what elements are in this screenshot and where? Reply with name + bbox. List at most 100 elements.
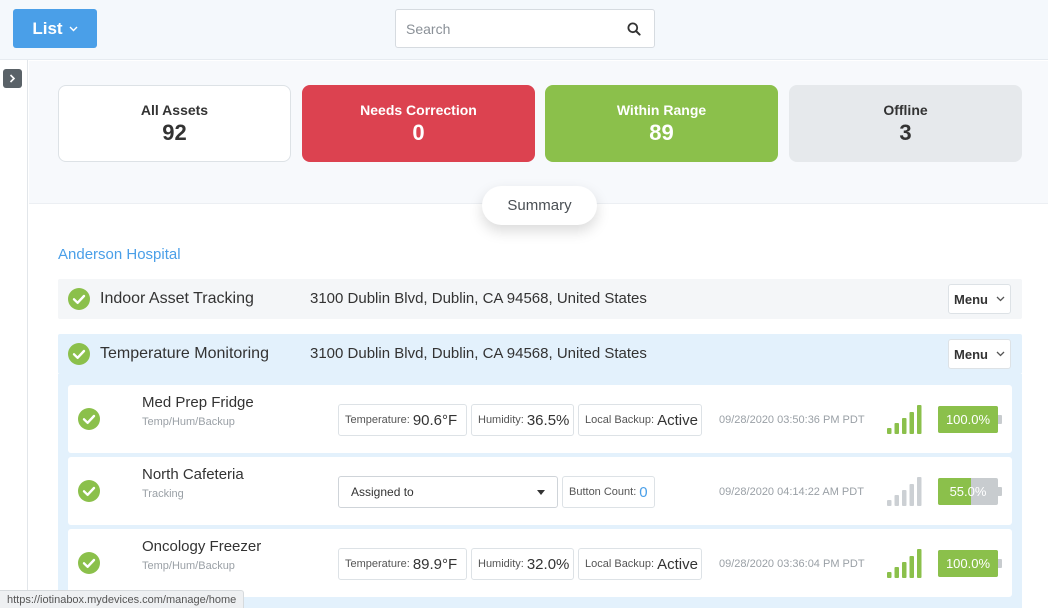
- signal-bar: [887, 428, 892, 434]
- reading-label: Humidity:: [478, 414, 524, 426]
- menu-label: Menu: [954, 346, 988, 362]
- signal-bar: [887, 572, 892, 578]
- needs-correction-card[interactable]: Needs Correction 0: [302, 85, 535, 162]
- last-update-timestamp: 09/28/2020 03:50:36 PM PDT: [719, 414, 865, 426]
- humidity-reading: Humidity: 32.0%: [471, 548, 574, 580]
- chevron-down-icon: [996, 349, 1005, 359]
- list-view-label: List: [32, 18, 63, 38]
- signal-bar: [902, 490, 907, 506]
- button-count-reading: Button Count: 0: [562, 476, 655, 508]
- check-circle-icon: [68, 288, 90, 315]
- card-label: Needs Correction: [360, 101, 477, 118]
- battery-indicator: 55.0%: [938, 478, 998, 505]
- chevron-down-icon: [996, 294, 1005, 304]
- reading-label: Temperature:: [345, 414, 410, 426]
- check-circle-icon: [78, 408, 100, 435]
- reading-value: 90.6°F: [412, 411, 458, 429]
- device-type: Tracking: [142, 488, 184, 500]
- card-label: Within Range: [616, 101, 707, 118]
- signal-bar: [917, 405, 922, 434]
- menu-label: Menu: [954, 291, 988, 307]
- location-address: 3100 Dublin Blvd, Dublin, CA 94568, Unit…: [310, 290, 647, 307]
- signal-bar: [902, 418, 907, 434]
- select-value: Assigned to: [351, 485, 414, 499]
- within-range-card[interactable]: Within Range 89: [545, 85, 778, 162]
- battery-indicator: 100.0%: [938, 406, 998, 433]
- battery-text: 100.0%: [945, 412, 991, 427]
- local-backup-reading: Local Backup: Active: [578, 404, 702, 436]
- device-type: Temp/Hum/Backup: [142, 416, 235, 428]
- reading-value: Active: [657, 555, 698, 573]
- signal-bar: [917, 549, 922, 578]
- temperature-reading: Temperature: 89.9°F: [338, 548, 467, 580]
- card-value: 3: [899, 119, 912, 145]
- check-circle-icon: [68, 343, 90, 370]
- browser-status-url: https://iotinabox.mydevices.com/manage/h…: [0, 590, 245, 608]
- card-value: 92: [162, 119, 187, 145]
- battery-tip: [998, 415, 1002, 424]
- reading-label: Humidity:: [478, 558, 524, 570]
- location-menu-button[interactable]: Menu: [948, 284, 1011, 314]
- signal-bar: [894, 567, 899, 578]
- expand-sidebar-button[interactable]: [3, 69, 22, 88]
- search-icon[interactable]: [614, 10, 654, 47]
- battery-tip: [998, 487, 1002, 496]
- device-name: Med Prep Fridge: [142, 394, 254, 411]
- card-value: 89: [649, 119, 674, 145]
- battery-indicator: 100.0%: [938, 550, 998, 577]
- signal-strength-icon: [887, 549, 922, 578]
- location-name: Indoor Asset Tracking: [100, 290, 254, 307]
- caret-down-icon: [537, 489, 545, 495]
- check-circle-icon: [78, 480, 100, 507]
- hospital-name-link[interactable]: Anderson Hospital: [58, 246, 181, 263]
- last-update-timestamp: 09/28/2020 03:36:04 PM PDT: [719, 558, 865, 570]
- signal-strength-icon: [887, 477, 922, 506]
- device-type: Temp/Hum/Backup: [142, 560, 235, 572]
- all-assets-card[interactable]: All Assets 92: [58, 85, 291, 162]
- signal-bar: [909, 556, 914, 578]
- battery-text: 100.0%: [945, 556, 991, 571]
- signal-bar: [902, 562, 907, 578]
- last-update-timestamp: 09/28/2020 04:14:22 AM PDT: [719, 486, 864, 498]
- card-value: 0: [412, 119, 425, 145]
- signal-bar: [894, 423, 899, 434]
- reading-value: 32.0%: [526, 555, 570, 573]
- reading-value: Active: [657, 411, 698, 429]
- summary-toggle-button[interactable]: Summary: [482, 186, 597, 225]
- signal-bar: [887, 500, 892, 506]
- location-name: Temperature Monitoring: [100, 345, 269, 362]
- device-name: Oncology Freezer: [142, 538, 262, 555]
- location-address: 3100 Dublin Blvd, Dublin, CA 94568, Unit…: [310, 345, 647, 362]
- location-menu-button[interactable]: Menu: [948, 339, 1011, 369]
- list-view-button[interactable]: List: [13, 9, 97, 48]
- reading-label: Button Count:: [569, 486, 637, 498]
- signal-bar: [917, 477, 922, 506]
- top-bar: List: [0, 0, 1048, 60]
- offline-card[interactable]: Offline 3: [789, 85, 1022, 162]
- battery-tip: [998, 559, 1002, 568]
- device-row[interactable]: Oncology Freezer Temp/Hum/Backup Tempera…: [68, 529, 1012, 597]
- signal-bar: [894, 495, 899, 506]
- assigned-to-select[interactable]: Assigned to: [338, 476, 558, 508]
- chevron-down-icon: [69, 24, 78, 35]
- signal-bar: [909, 484, 914, 506]
- reading-value: 36.5%: [526, 411, 570, 429]
- left-rail: [0, 60, 28, 608]
- device-row[interactable]: Med Prep Fridge Temp/Hum/Backup Temperat…: [68, 385, 1012, 453]
- search-input[interactable]: [396, 10, 614, 47]
- location-row[interactable]: Temperature Monitoring 3100 Dublin Blvd,…: [58, 334, 1022, 374]
- check-circle-icon: [78, 552, 100, 579]
- local-backup-reading: Local Backup: Active: [578, 548, 702, 580]
- card-label: All Assets: [140, 101, 209, 118]
- reading-label: Temperature:: [345, 558, 410, 570]
- humidity-reading: Humidity: 36.5%: [471, 404, 574, 436]
- device-row[interactable]: North Cafeteria Tracking Assigned to But…: [68, 457, 1012, 525]
- reading-value: 89.9°F: [412, 555, 458, 573]
- battery-text: 55.0%: [949, 484, 987, 499]
- temperature-reading: Temperature: 90.6°F: [338, 404, 467, 436]
- reading-label: Local Backup:: [585, 558, 655, 570]
- reading-value: 0: [639, 483, 648, 501]
- signal-strength-icon: [887, 405, 922, 434]
- chevron-right-icon: [9, 72, 16, 86]
- location-row[interactable]: Indoor Asset Tracking 3100 Dublin Blvd, …: [58, 279, 1022, 319]
